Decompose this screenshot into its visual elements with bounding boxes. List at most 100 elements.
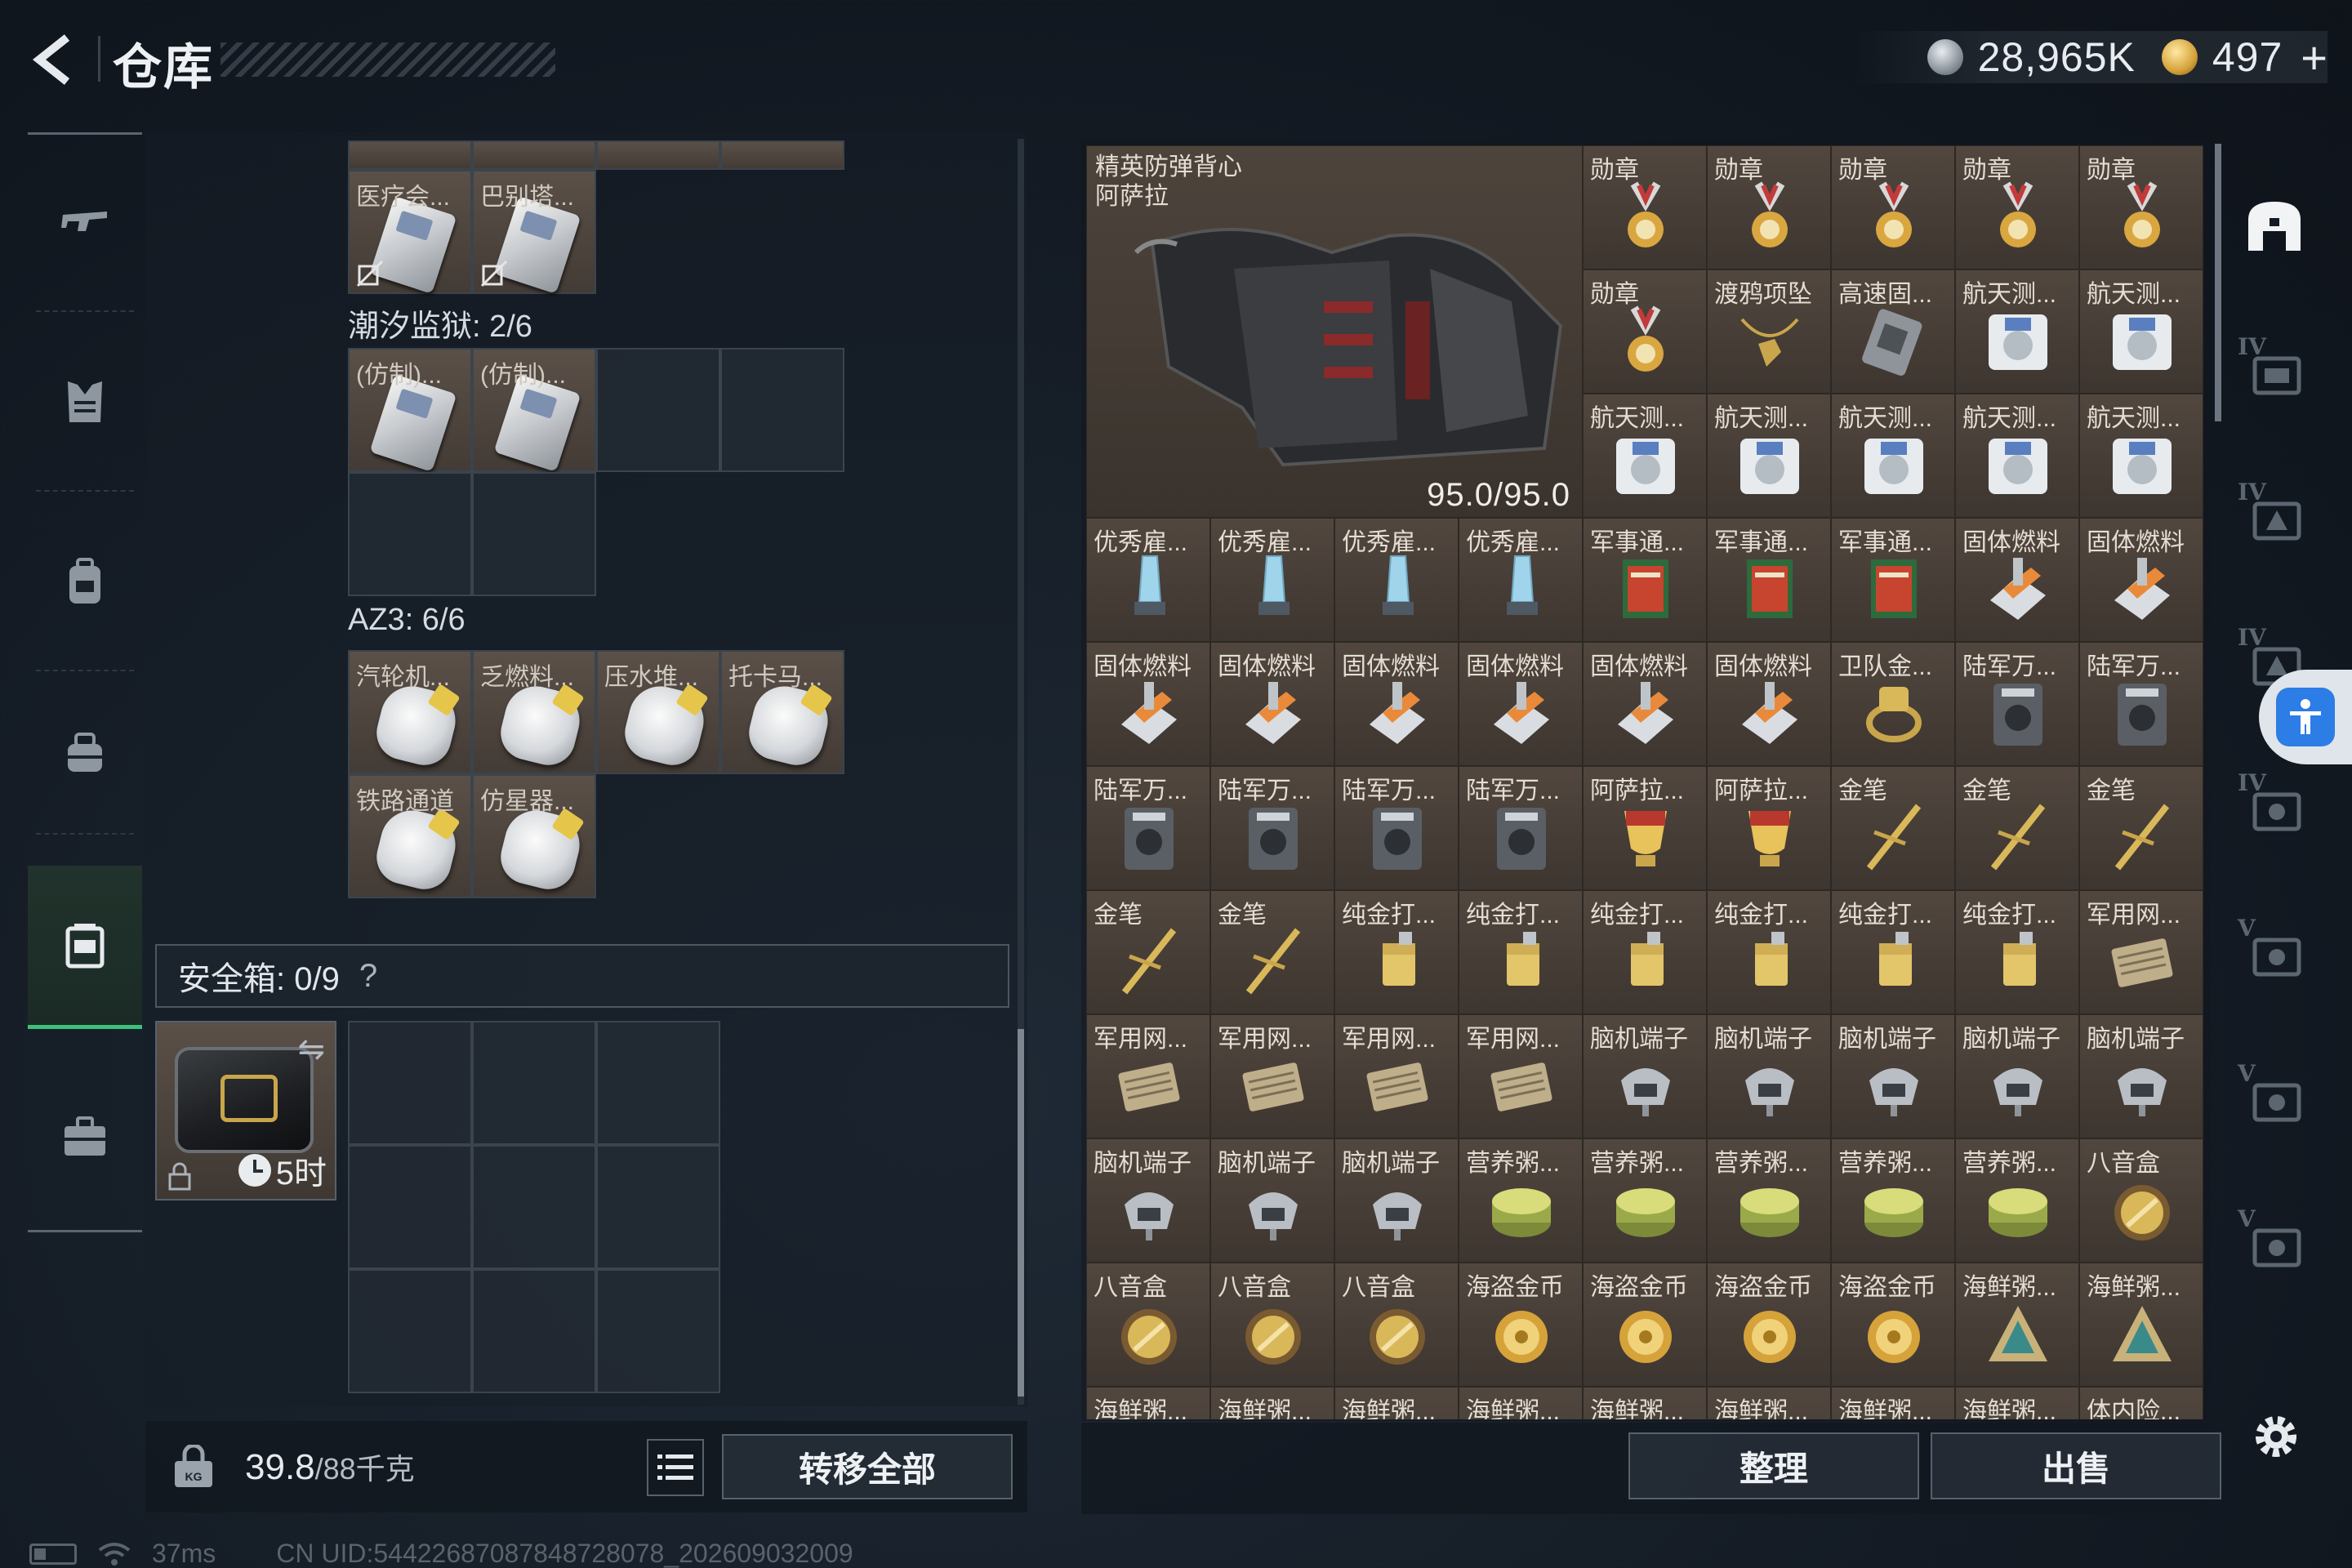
storage-item[interactable]: 军用网... bbox=[1210, 1014, 1334, 1138]
left-scrollbar[interactable] bbox=[1018, 139, 1024, 1405]
item-slot[interactable]: 压水堆... bbox=[596, 650, 720, 774]
storage-item[interactable]: 军用网... bbox=[2079, 890, 2203, 1014]
empty-slot[interactable] bbox=[472, 472, 596, 596]
storage-item[interactable]: 八音盒 bbox=[1210, 1263, 1334, 1387]
storage-item[interactable]: 优秀雇... bbox=[1334, 518, 1459, 642]
item-slot-cut[interactable] bbox=[720, 140, 844, 170]
storage-item[interactable]: 脑机端子 bbox=[1210, 1138, 1334, 1263]
storage-item[interactable]: 纯金打... bbox=[1459, 890, 1583, 1014]
empty-slot[interactable] bbox=[472, 1021, 596, 1145]
nav-rig[interactable] bbox=[28, 671, 142, 835]
empty-slot[interactable] bbox=[472, 1269, 596, 1393]
empty-slot[interactable] bbox=[720, 348, 844, 472]
storage-item[interactable]: 军用网... bbox=[1459, 1014, 1583, 1138]
storage-item[interactable]: 纯金打... bbox=[1831, 890, 1955, 1014]
storage-item[interactable]: 军用网... bbox=[1086, 1014, 1210, 1138]
safe-box-item[interactable]: ⇋ 5时 bbox=[155, 1021, 336, 1200]
item-slot[interactable]: 托卡马... bbox=[720, 650, 844, 774]
empty-slot[interactable] bbox=[596, 1145, 720, 1269]
sort-button[interactable]: 整理 bbox=[1628, 1432, 1919, 1499]
storage-item[interactable]: 航天测... bbox=[1583, 394, 1707, 518]
storage-item[interactable]: 海鲜粥... bbox=[1955, 1387, 2079, 1419]
storage-scrollbar[interactable] bbox=[2215, 144, 2221, 421]
storage-item[interactable]: 军事通... bbox=[1707, 518, 1831, 642]
nav-armor[interactable] bbox=[28, 312, 142, 492]
storage-item[interactable]: 纯金打... bbox=[1707, 890, 1831, 1014]
help-button[interactable]: ? bbox=[359, 958, 377, 995]
storage-item[interactable]: 固体燃料 bbox=[1210, 642, 1334, 766]
storage-item[interactable]: 固体燃料 bbox=[1707, 642, 1831, 766]
storage-item[interactable]: 脑机端子 bbox=[2079, 1014, 2203, 1138]
gear-icon[interactable] bbox=[2247, 1408, 2305, 1465]
storage-item[interactable]: 勋章 bbox=[1955, 145, 2079, 270]
tab-storage-6[interactable]: V bbox=[2230, 1039, 2319, 1161]
nav-briefcase[interactable] bbox=[28, 1047, 142, 1227]
storage-item[interactable]: 海盗金币 bbox=[1583, 1263, 1707, 1387]
storage-item[interactable]: 海鲜粥... bbox=[1583, 1387, 1707, 1419]
storage-item[interactable]: 八音盒 bbox=[1086, 1263, 1210, 1387]
storage-item[interactable]: 营养粥... bbox=[1955, 1138, 2079, 1263]
storage-item[interactable]: 陆军万... bbox=[1459, 766, 1583, 890]
nav-container[interactable] bbox=[28, 866, 142, 1029]
storage-item[interactable]: 金笔 bbox=[1831, 766, 1955, 890]
empty-slot[interactable] bbox=[348, 1145, 472, 1269]
storage-item[interactable]: 固体燃料 bbox=[2079, 518, 2203, 642]
storage-item[interactable]: 金笔 bbox=[1210, 890, 1334, 1014]
swap-icon[interactable]: ⇋ bbox=[297, 1031, 325, 1068]
tab-storage-1[interactable]: IV bbox=[2230, 312, 2319, 434]
storage-item[interactable]: 勋章 bbox=[2079, 145, 2203, 270]
tab-warehouse-home[interactable] bbox=[2230, 165, 2319, 287]
storage-item[interactable]: 营养粥... bbox=[1583, 1138, 1707, 1263]
storage-item[interactable]: 陆军万... bbox=[1955, 642, 2079, 766]
storage-item[interactable]: 海盗金币 bbox=[1459, 1263, 1583, 1387]
storage-item[interactable]: 脑机端子 bbox=[1086, 1138, 1210, 1263]
storage-item[interactable]: 海盗金币 bbox=[1707, 1263, 1831, 1387]
storage-item[interactable]: 勋章 bbox=[1583, 145, 1707, 270]
list-view-button[interactable] bbox=[647, 1439, 704, 1496]
storage-item[interactable]: 勋章 bbox=[1583, 270, 1707, 394]
storage-item[interactable]: 脑机端子 bbox=[1583, 1014, 1707, 1138]
storage-item[interactable]: 固体燃料 bbox=[1086, 642, 1210, 766]
empty-slot[interactable] bbox=[348, 1269, 472, 1393]
storage-item[interactable]: 陆军万... bbox=[1210, 766, 1334, 890]
storage-item[interactable]: 脑机端子 bbox=[1831, 1014, 1955, 1138]
storage-item[interactable]: 航天测... bbox=[2079, 270, 2203, 394]
storage-item[interactable]: 纯金打... bbox=[1334, 890, 1459, 1014]
storage-item[interactable]: 海鲜粥... bbox=[1707, 1387, 1831, 1419]
empty-slot[interactable] bbox=[348, 1021, 472, 1145]
storage-item[interactable]: 勋章 bbox=[1707, 145, 1831, 270]
transfer-all-button[interactable]: 转移全部 bbox=[722, 1434, 1013, 1499]
storage-item[interactable]: 固体燃料 bbox=[1583, 642, 1707, 766]
storage-item[interactable]: 营养粥... bbox=[1707, 1138, 1831, 1263]
nav-weapons[interactable] bbox=[28, 132, 142, 312]
storage-item[interactable]: 军事通... bbox=[1583, 518, 1707, 642]
tab-storage-7[interactable]: V bbox=[2230, 1184, 2319, 1307]
storage-item[interactable]: 海鲜粥... bbox=[1831, 1387, 1955, 1419]
storage-item[interactable]: 海鲜粥... bbox=[1955, 1263, 2079, 1387]
storage-item[interactable]: 阿萨拉... bbox=[1583, 766, 1707, 890]
storage-item[interactable]: 卫队金... bbox=[1831, 642, 1955, 766]
storage-item[interactable]: 航天测... bbox=[1955, 394, 2079, 518]
tab-storage-4[interactable]: IV bbox=[2230, 748, 2319, 871]
storage-item[interactable]: 脑机端子 bbox=[1955, 1014, 2079, 1138]
storage-item[interactable]: 八音盒 bbox=[1334, 1263, 1459, 1387]
storage-item[interactable]: 军用网... bbox=[1334, 1014, 1459, 1138]
storage-item[interactable]: 体内险... bbox=[2079, 1387, 2203, 1419]
storage-item[interactable]: 航天测... bbox=[1707, 394, 1831, 518]
empty-slot[interactable] bbox=[596, 348, 720, 472]
storage-item[interactable]: 陆军万... bbox=[1086, 766, 1210, 890]
storage-item[interactable]: 渡鸦项坠 bbox=[1707, 270, 1831, 394]
item-slot[interactable]: 铁路通道 bbox=[348, 774, 472, 898]
storage-item[interactable]: 海鲜粥... bbox=[2079, 1263, 2203, 1387]
tab-storage-2[interactable]: IV bbox=[2230, 457, 2319, 580]
item-slot[interactable]: (仿制)... bbox=[348, 348, 472, 472]
storage-item[interactable]: 海鲜粥... bbox=[1086, 1387, 1210, 1419]
back-arrow-icon[interactable] bbox=[24, 31, 82, 88]
storage-item[interactable]: 勋章 bbox=[1831, 145, 1955, 270]
item-slot-cut[interactable] bbox=[596, 140, 720, 170]
empty-slot[interactable] bbox=[596, 1021, 720, 1145]
item-slot[interactable]: 巴别塔... bbox=[472, 170, 596, 294]
storage-item[interactable]: 营养粥... bbox=[1831, 1138, 1955, 1263]
storage-item[interactable]: 阿萨拉... bbox=[1707, 766, 1831, 890]
empty-slot[interactable] bbox=[472, 1145, 596, 1269]
